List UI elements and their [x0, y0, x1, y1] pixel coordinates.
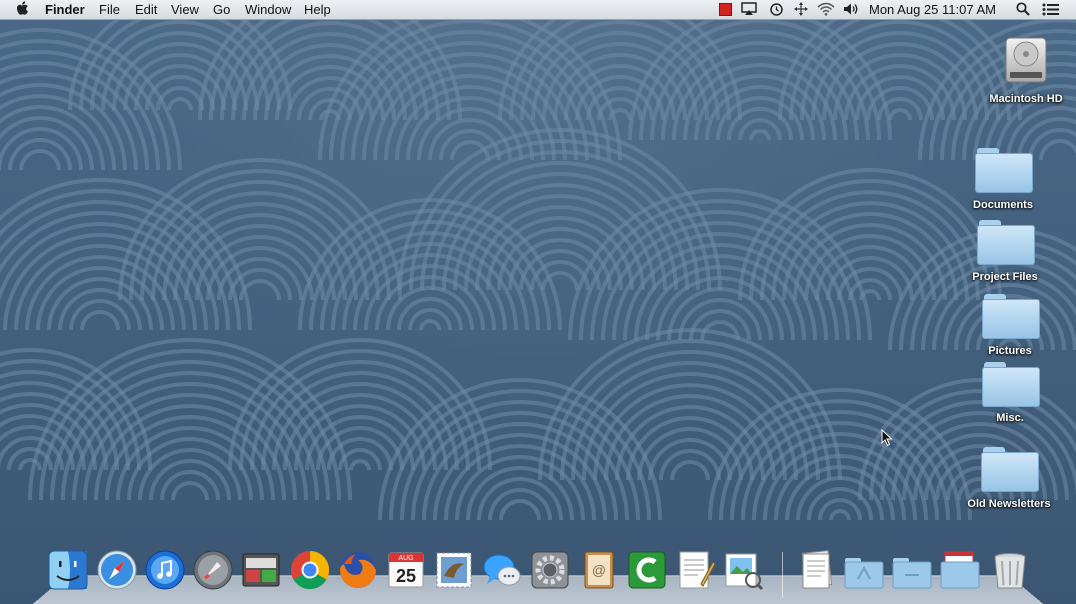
- folder-stack-icon: [892, 558, 932, 589]
- dock-firefox[interactable]: [336, 548, 380, 592]
- messages-icon: [483, 554, 521, 586]
- hard-drive-icon: [1005, 37, 1047, 83]
- menu-clock[interactable]: Mon Aug 25 11:07 AM: [869, 1, 996, 18]
- menu-app-finder[interactable]: Finder: [45, 1, 85, 18]
- wallpaper-arcs-pattern: [0, 0, 1076, 521]
- calendar-date: 25: [396, 566, 416, 586]
- desktop-icon-project-files[interactable]: Project Files: [972, 220, 1038, 290]
- menu-window[interactable]: Window: [245, 1, 291, 18]
- desktop-icon-documents[interactable]: Documents: [973, 148, 1033, 218]
- airplay-icon[interactable]: [740, 1, 758, 17]
- mouse-cursor-icon: [881, 429, 893, 447]
- dock-documents-stack[interactable]: [794, 548, 838, 592]
- apple-logo-icon[interactable]: [16, 0, 30, 21]
- volume-icon[interactable]: [842, 1, 860, 17]
- dock-camtasia[interactable]: [625, 548, 669, 592]
- dock-trash[interactable]: [988, 548, 1032, 592]
- safari-icon: [97, 550, 137, 590]
- documents-stack-icon: [801, 550, 833, 589]
- dock-system-preferences[interactable]: [528, 548, 572, 592]
- firefox-icon: [340, 552, 376, 588]
- menu-edit[interactable]: Edit: [135, 1, 157, 18]
- menu-help[interactable]: Help: [304, 1, 331, 18]
- menu-go[interactable]: Go: [213, 1, 230, 18]
- spotlight-search-icon[interactable]: [1014, 1, 1032, 17]
- dock-mail[interactable]: [432, 548, 476, 592]
- dock-textedit[interactable]: [673, 548, 717, 592]
- dock-applications-stack[interactable]: [842, 548, 886, 592]
- menu-bar: Finder File Edit View Go Window Help Mon…: [0, 0, 1076, 20]
- desktop-label: Misc.: [996, 412, 1024, 424]
- notification-center-icon[interactable]: [1040, 1, 1060, 17]
- dock-preview[interactable]: [721, 548, 765, 592]
- system-preferences-icon: [531, 551, 569, 589]
- folder-icon: [977, 220, 1035, 265]
- desktop-icon-macintosh-hd[interactable]: Macintosh HD: [989, 32, 1063, 112]
- desktop-label: Macintosh HD: [989, 93, 1063, 105]
- dock-finder[interactable]: [46, 548, 90, 592]
- dock-itunes[interactable]: [143, 548, 187, 592]
- desktop-icon-old-newsletters[interactable]: Old Newsletters: [967, 447, 1051, 517]
- status-red-app-icon[interactable]: [718, 1, 732, 17]
- dock-separator: [782, 552, 783, 598]
- chrome-icon: [290, 550, 330, 590]
- finder-icon: [48, 550, 88, 590]
- wifi-icon[interactable]: [816, 1, 836, 17]
- folder-icon: [982, 362, 1040, 407]
- desktop-icon-pictures[interactable]: Pictures: [980, 294, 1040, 364]
- dock-contacts[interactable]: @: [577, 548, 621, 592]
- dock-photo-app[interactable]: [239, 548, 283, 592]
- itunes-icon: [145, 550, 185, 590]
- photo-app-icon: [242, 553, 280, 587]
- folder-icon: [981, 447, 1039, 492]
- desktop-label: Documents: [973, 199, 1033, 211]
- dock-folder-stack[interactable]: [890, 548, 934, 592]
- dock-messages[interactable]: [480, 548, 524, 592]
- mail-stamp-icon: [436, 552, 472, 588]
- calendar-icon: AUG 25: [388, 552, 424, 588]
- camtasia-icon: [628, 551, 666, 589]
- textedit-icon: [679, 551, 716, 589]
- desktop-icon-misc[interactable]: Misc.: [980, 362, 1040, 432]
- dock-safari[interactable]: [95, 548, 139, 592]
- downloads-stack-icon: [940, 551, 980, 589]
- time-machine-icon[interactable]: [767, 1, 785, 17]
- folder-icon: [982, 294, 1040, 339]
- folder-icon: [975, 148, 1033, 193]
- dock-launchpad[interactable]: [191, 548, 235, 592]
- desktop-label: Old Newsletters: [967, 498, 1051, 510]
- desktop-label: Pictures: [988, 345, 1032, 357]
- trash-icon: [994, 553, 1026, 589]
- applications-stack-icon: [844, 558, 884, 589]
- menu-view[interactable]: View: [171, 1, 199, 18]
- calendar-month: AUG: [398, 555, 413, 562]
- svg-text:@: @: [592, 562, 606, 578]
- dock-downloads-stack[interactable]: [938, 548, 982, 592]
- dock-calendar[interactable]: AUG 25: [384, 548, 428, 592]
- contacts-icon: @: [584, 551, 614, 589]
- move-arrows-icon[interactable]: [793, 1, 809, 17]
- dock-chrome[interactable]: [288, 548, 332, 592]
- launchpad-icon: [193, 550, 233, 590]
- desktop[interactable]: Finder File Edit View Go Window Help Mon…: [0, 0, 1076, 604]
- desktop-label: Project Files: [972, 271, 1038, 283]
- preview-icon: [725, 553, 764, 591]
- menu-file[interactable]: File: [99, 1, 120, 18]
